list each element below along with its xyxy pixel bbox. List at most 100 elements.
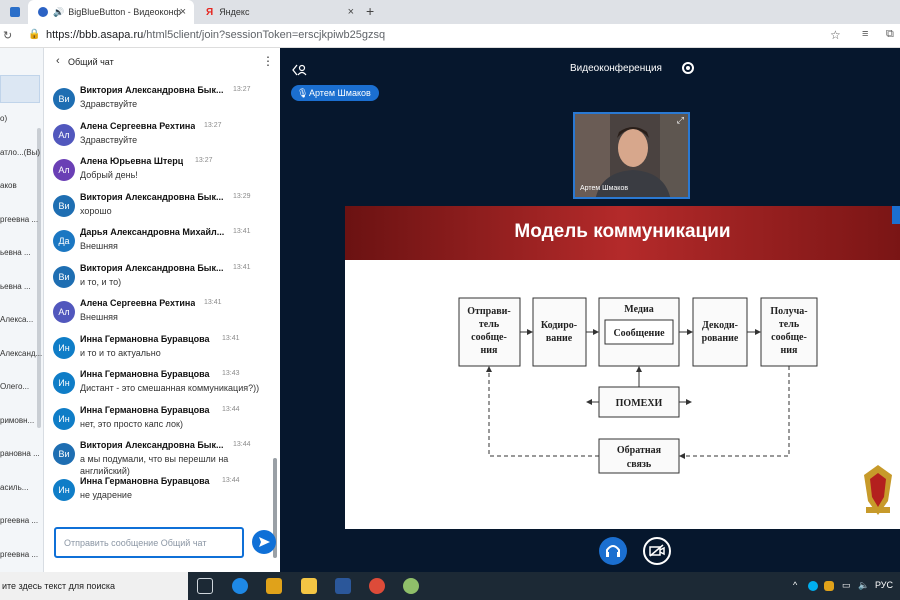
- avatar[interactable]: Ал: [53, 123, 75, 146]
- record-icon[interactable]: [682, 62, 694, 74]
- taskbar-search[interactable]: ите здесь текст для поиска: [0, 572, 188, 600]
- task-view-icon[interactable]: [197, 578, 213, 594]
- close-tab-icon[interactable]: ×: [180, 6, 186, 18]
- file-explorer-icon[interactable]: [301, 578, 317, 594]
- chat-message: Ви Виктория Александровна Бык... 13:29 хоро…: [44, 192, 272, 227]
- users-toggle-icon[interactable]: [292, 64, 308, 76]
- word-icon[interactable]: [335, 578, 351, 594]
- skype-tray-icon[interactable]: [808, 581, 818, 591]
- message-author: Виктория Александровна Бык...: [80, 85, 224, 95]
- user-list-item[interactable]: ргеевна ...: [0, 215, 43, 224]
- volume-icon[interactable]: 🔈: [858, 580, 869, 591]
- coding-box: [532, 297, 587, 367]
- user-list-item[interactable]: аков: [0, 181, 43, 190]
- edge-icon[interactable]: [232, 578, 248, 594]
- message-author: Виктория Александровна Бык...: [80, 191, 224, 202]
- avatar[interactable]: Ин: [53, 336, 75, 359]
- user-list-selected-row[interactable]: [0, 75, 40, 103]
- message-text: нет, это просто капс лок): [80, 418, 183, 429]
- user-list-item[interactable]: ьевна ...: [0, 282, 43, 291]
- message-author: Виктория Александровна Бык...: [80, 262, 224, 273]
- avatar[interactable]: Да: [53, 230, 75, 252]
- message-author: Инна Германовна Буравцова: [80, 333, 210, 344]
- user-list-item[interactable]: ьевна ...: [0, 248, 43, 257]
- message-author: Виктория Александровна Бык...: [80, 440, 224, 450]
- favorites-list-icon[interactable]: ≡: [862, 28, 868, 40]
- user-list-item[interactable]: Алекса...: [0, 315, 43, 324]
- message-text: Здравствуйте: [80, 134, 138, 145]
- chat-message-input[interactable]: Отправить сообщение Общий чат: [54, 527, 244, 558]
- svg-text:Медиа: Медиа: [624, 304, 653, 315]
- svg-text:Сообщение: Сообщение: [613, 328, 665, 339]
- tray-chevron-icon[interactable]: ^: [793, 580, 797, 590]
- close-tab-icon[interactable]: ×: [348, 6, 354, 18]
- user-list-item[interactable]: рановна ...: [0, 449, 43, 458]
- talking-indicator: 🎙 Артем Шмаков: [291, 85, 379, 101]
- avatar[interactable]: Ин: [53, 372, 75, 394]
- browser-menu-icon[interactable]: [10, 7, 20, 17]
- avatar[interactable]: Ви: [53, 194, 75, 217]
- presentation-area: Видеоконференция 🎙 Артем Шмаков ⤢ Артем …: [280, 48, 900, 572]
- screen: 🔊 BigBlueButton - Видеоконф × Я Яндекс ×…: [0, 0, 900, 600]
- avatar[interactable]: Ал: [53, 159, 75, 181]
- send-button[interactable]: [252, 530, 276, 554]
- video-button[interactable]: [643, 537, 671, 565]
- chevron-left-icon[interactable]: ‹: [56, 55, 60, 67]
- avatar[interactable]: Ал: [53, 301, 75, 323]
- slide-title: Модель коммуникации: [514, 221, 731, 242]
- network-icon[interactable]: ▭: [842, 580, 851, 591]
- reload-icon[interactable]: ↻: [3, 29, 12, 42]
- headphones-icon: [606, 545, 620, 557]
- avatar[interactable]: Ви: [53, 443, 75, 465]
- svg-text:ПОМЕХИ: ПОМЕХИ: [616, 398, 663, 409]
- message-author: Дарья Александровна Михайл...: [80, 227, 225, 237]
- new-tab-button[interactable]: +: [366, 3, 374, 19]
- expand-icon[interactable]: ⤢: [677, 115, 684, 126]
- user-list-item[interactable]: Александ...: [0, 349, 43, 358]
- paint-icon[interactable]: [403, 578, 419, 594]
- slide-side-handle[interactable]: [892, 206, 900, 224]
- message-text: и то и то актуально: [80, 347, 161, 358]
- tray-app-icon[interactable]: [824, 581, 834, 591]
- message-author: Инна Германовна Буравцова: [80, 369, 210, 379]
- message-text: а мы подумали, что вы перешли на английс…: [80, 454, 229, 476]
- user-list-item[interactable]: римовн...: [0, 416, 43, 425]
- avatar[interactable]: Ви: [53, 88, 75, 110]
- message-time: 13:27: [233, 86, 251, 93]
- user-list-item[interactable]: Олего...: [0, 382, 43, 391]
- user-list-item[interactable]: ргеевна ...: [0, 550, 43, 559]
- webcam-video[interactable]: ⤢ Артем Шмаков: [573, 112, 690, 199]
- url-field[interactable]: https://bbb.asapa.ru/html5client/join?se…: [46, 29, 385, 41]
- tab-yandex[interactable]: Я Яндекс ×: [196, 0, 362, 24]
- bbb-favicon-icon: [38, 7, 48, 17]
- collections-icon[interactable]: ⧉: [886, 28, 894, 41]
- message-time: 13:43: [222, 370, 240, 377]
- outlook-icon[interactable]: [266, 578, 282, 594]
- more-options-icon[interactable]: ⋮: [262, 54, 274, 68]
- message-text: хорошо: [80, 205, 112, 216]
- chat-message: Ал Алена Сергеевна Рехтина 13:41 Внешняя: [44, 298, 272, 333]
- user-list-item[interactable]: ргеевна ...: [0, 516, 43, 525]
- favorite-star-icon[interactable]: ☆: [830, 28, 841, 42]
- tab-bigbluebutton[interactable]: 🔊 BigBlueButton - Видеоконф ×: [28, 0, 194, 24]
- language-indicator[interactable]: РУС: [875, 580, 893, 590]
- message-time: 13:44: [222, 476, 240, 484]
- user-list-item[interactable]: асиль...: [0, 483, 43, 492]
- lock-icon[interactable]: 🔒: [28, 29, 40, 40]
- url-domain: https://bbb.asapa.ru: [46, 29, 144, 41]
- chrome-icon[interactable]: [369, 578, 385, 594]
- chat-message: Ин Инна Германовна Буравцова 13:44 не ударе…: [44, 476, 272, 511]
- avatar[interactable]: Ви: [53, 265, 75, 288]
- audio-button[interactable]: [599, 537, 627, 565]
- user-list-item[interactable]: атло...(Вы): [0, 148, 43, 157]
- user-list-item[interactable]: о): [0, 114, 43, 123]
- avatar[interactable]: Ин: [53, 478, 75, 501]
- browser-tab-bar: 🔊 BigBlueButton - Видеоконф × Я Яндекс ×…: [0, 0, 900, 24]
- tab-title: BigBlueButton - Видеоконф: [68, 7, 181, 17]
- taskbar: ите здесь текст для поиска ^ ▭ 🔈 РУС: [0, 572, 900, 600]
- message-text: Внешняя: [80, 312, 118, 322]
- video-off-icon: [649, 544, 665, 557]
- message-time: 13:41: [233, 228, 251, 235]
- avatar[interactable]: Ин: [53, 407, 75, 430]
- message-author: Инна Германовна Буравцова: [80, 404, 210, 415]
